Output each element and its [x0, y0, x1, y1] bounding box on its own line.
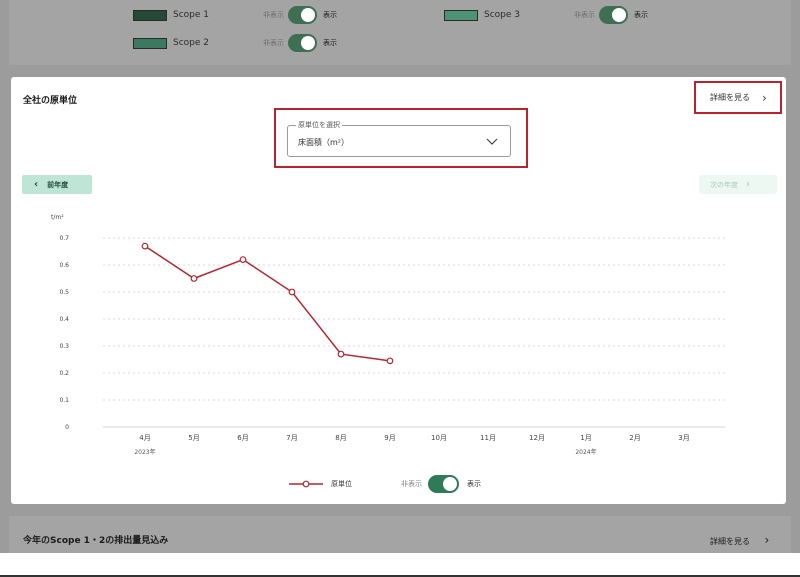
scope-2-hide-label: 非表示	[263, 39, 284, 47]
card-title: 全社の原単位	[23, 96, 78, 106]
y-tick-label: 0.5	[59, 289, 69, 296]
next-year-label: 次の年度	[710, 180, 738, 189]
y-tick-label: 0.3	[59, 343, 69, 350]
legend-series-name: 原単位	[331, 480, 352, 488]
data-point	[239, 256, 247, 263]
scope-2-toggle[interactable]	[288, 34, 317, 52]
x-tick-label: 3月	[678, 434, 689, 442]
legend-show-label: 表示	[467, 480, 481, 488]
data-point	[288, 288, 296, 296]
chart-legend: 原単位 非表示 表示	[289, 475, 481, 493]
detail-button[interactable]: 詳細を見る ›	[694, 81, 782, 114]
prev-year-button[interactable]: ‹ 前年度	[22, 175, 92, 194]
scope-1-hide-label: 非表示	[263, 11, 284, 19]
scope-3-show-label: 表示	[634, 11, 648, 19]
y-tick-label: 0.4	[59, 316, 69, 323]
intensity-select[interactable]: 原単位を選択 床面積（m²）	[287, 120, 511, 157]
chevron-right-icon: ›	[746, 179, 750, 190]
y-tick-label: 0.7	[59, 235, 69, 242]
intensity-card: 全社の原単位 詳細を見る › 原単位を選択 床面積（m²） ‹ 前年度 次の年度…	[11, 77, 786, 504]
data-point	[337, 350, 345, 358]
x-tick-label: 6月	[237, 434, 248, 442]
scope-item-3: Scope 3 非表示 表示	[444, 6, 648, 24]
data-point	[141, 242, 149, 250]
next-year-button[interactable]: 次の年度 ›	[699, 175, 777, 194]
scope-1-show-label: 表示	[323, 11, 337, 19]
detail-button-label: 詳細を見る	[710, 93, 750, 102]
y-tick-label: 0.1	[59, 397, 69, 404]
x-tick-label: 7月	[286, 434, 297, 442]
scope-item-1: Scope 1 非表示 表示	[133, 6, 337, 24]
y-tick-label: 0	[65, 424, 69, 431]
x-tick-label: 8月	[335, 434, 346, 442]
x-tick-label: 11月	[480, 434, 496, 442]
legend-line-icon	[289, 480, 323, 488]
y-unit-label: t/m²	[51, 214, 64, 221]
scope-3-toggle[interactable]	[599, 6, 628, 24]
y-tick-label: 0.2	[59, 370, 69, 377]
data-point	[386, 357, 394, 365]
intensity-line-chart: t/m² 0 0.1 0.2 0.3 0.4 0.5 0.6 0.7 4月 5月 6月 7月 8月 9月 10…	[51, 214, 725, 456]
forecast-title: 今年のScope 1・2の排出量見込み	[23, 536, 169, 546]
series-line	[144, 245, 391, 362]
scope-1-toggle[interactable]	[288, 6, 317, 24]
forecast-card: 今年のScope 1・2の排出量見込み 詳細を見る ›	[9, 516, 791, 553]
x-year-label: 2024年	[575, 448, 596, 456]
x-tick-label: 2月	[629, 434, 640, 442]
chevron-right-icon: ›	[764, 533, 770, 547]
chevron-down-icon	[486, 138, 498, 145]
scope-2-swatch	[133, 37, 167, 49]
y-tick-label: 0.6	[59, 262, 69, 269]
scope-2-show-label: 表示	[323, 39, 337, 47]
chevron-left-icon: ‹	[34, 179, 39, 190]
select-label: 原単位を選択	[296, 120, 342, 130]
forecast-detail-label: 詳細を見る	[710, 537, 750, 546]
scope-3-swatch	[444, 9, 478, 21]
scope-2-label: Scope 2	[173, 38, 210, 48]
chevron-right-icon: ›	[762, 90, 767, 105]
legend-toggle[interactable]	[428, 475, 459, 493]
scope-1-label: Scope 1	[173, 10, 210, 20]
x-tick-label: 1月	[580, 434, 591, 442]
x-year-label: 2023年	[134, 448, 155, 456]
x-tick-label: 10月	[431, 434, 447, 442]
x-tick-label: 12月	[529, 434, 545, 442]
data-point	[190, 275, 198, 282]
scope-item-2: Scope 2 非表示 表示	[133, 34, 337, 52]
prev-year-label: 前年度	[47, 180, 69, 189]
scope-legend-card: Scope 1 非表示 表示 Scope 2 非表示 表示 Scope 3 非表…	[9, 0, 791, 65]
select-value: 床面積（m²）	[298, 138, 349, 147]
x-tick-label: 5月	[188, 434, 199, 442]
scope-3-label: Scope 3	[484, 10, 521, 20]
scope-3-hide-label: 非表示	[574, 11, 595, 19]
legend-hide-label: 非表示	[401, 480, 422, 488]
x-tick-label: 9月	[384, 434, 395, 442]
x-tick-label: 4月	[139, 434, 150, 442]
scope-1-swatch	[133, 9, 167, 21]
forecast-detail-link[interactable]: 詳細を見る ›	[710, 533, 769, 547]
